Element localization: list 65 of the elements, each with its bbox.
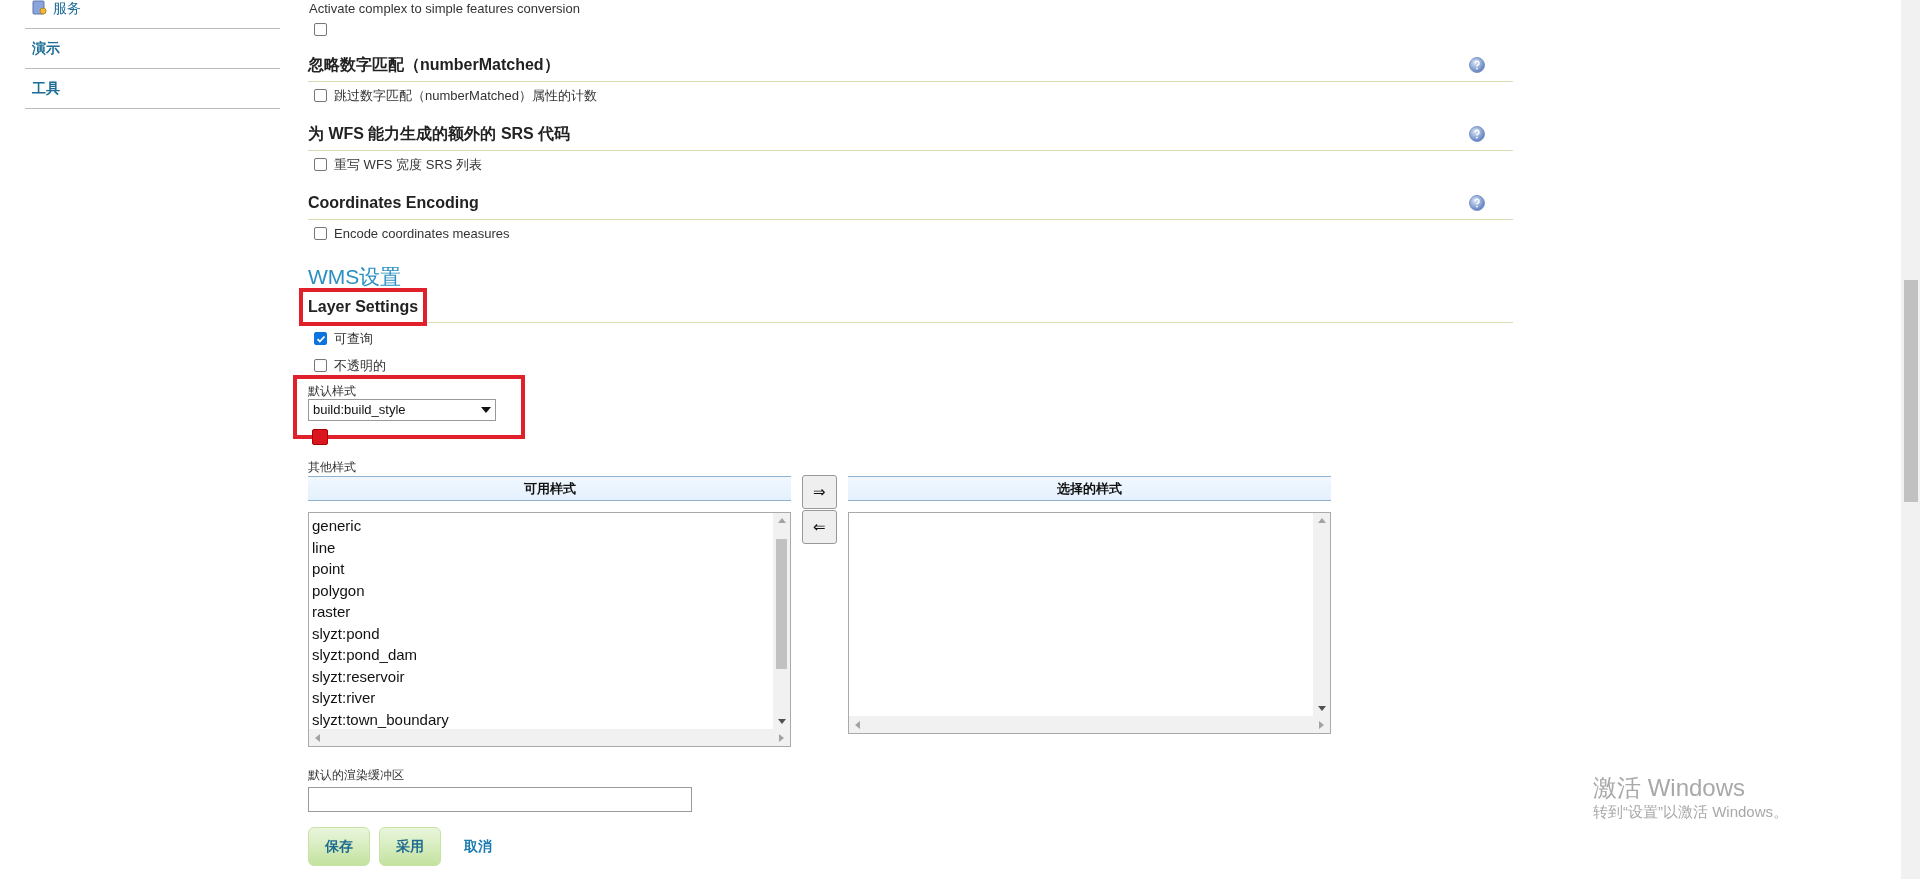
action-button[interactable]: 采用: [379, 827, 441, 866]
field-label: 默认的渲染缓冲区: [308, 767, 405, 783]
scroll-up-icon[interactable]: [1317, 518, 1326, 523]
move-right-button[interactable]: ⇒: [802, 475, 837, 509]
section-title: WMS设置: [308, 265, 402, 289]
checkbox[interactable]: [314, 359, 327, 372]
list-item[interactable]: point: [312, 558, 345, 580]
checkbox-label: 重写 WFS 宽度 SRS 列表: [334, 155, 483, 174]
sidebar-link[interactable]: 服务: [53, 0, 81, 19]
scroll-down-icon[interactable]: [1317, 706, 1326, 711]
scrollbar-thumb[interactable]: [776, 538, 787, 669]
checkbox-label: 不透明的: [334, 356, 386, 375]
scroll-up-icon[interactable]: [777, 518, 786, 523]
scroll-right-icon[interactable]: [1319, 720, 1324, 729]
horizontal-scrollbar[interactable]: [849, 716, 1330, 733]
checkbox[interactable]: [314, 158, 327, 171]
checkbox-label: Encode coordinates measures: [334, 224, 510, 243]
list-item[interactable]: slyzt:pond_dam: [312, 644, 418, 666]
cancel-link[interactable]: 取消: [464, 836, 492, 857]
activation-message: 转到“设置”以激活 Windows。: [1593, 802, 1788, 822]
text-field[interactable]: [308, 787, 692, 812]
checkbox-label: 跳过数字匹配（numberMatched）属性的计数: [334, 86, 597, 105]
section-heading: Coordinates Encoding: [308, 193, 479, 213]
style-list[interactable]: generic line point polygon raster slyzt:pond slyzt:pond_dam slyzt:reservoir slyzt:river slyzt:town_boundary: [308, 512, 791, 747]
vertical-scrollbar[interactable]: [1313, 513, 1330, 716]
checkbox[interactable]: [314, 22, 327, 36]
column-header: 可用样式: [308, 476, 791, 501]
scroll-left-icon[interactable]: [315, 733, 320, 742]
list-item[interactable]: slyzt:reservoir: [312, 665, 405, 687]
scroll-right-icon[interactable]: [779, 733, 784, 742]
service-icon: [32, 0, 48, 16]
list-item[interactable]: generic: [312, 515, 362, 537]
move-left-button[interactable]: ⇐: [802, 510, 837, 544]
help-icon[interactable]: [1469, 57, 1485, 73]
checkbox[interactable]: [314, 89, 327, 102]
list-item[interactable]: raster: [312, 601, 351, 623]
caret-icon: [481, 407, 491, 413]
page-scrollbar[interactable]: [1901, 0, 1920, 879]
list-item[interactable]: line: [312, 536, 336, 558]
option-caption: Activate complex to simple features conversion: [308, 0, 581, 18]
field-label: 其他样式: [308, 459, 357, 475]
help-icon[interactable]: [1469, 195, 1485, 211]
section-heading: 为 WFS 能力生成的额外的 SRS 代码: [308, 124, 571, 144]
style-dropdown[interactable]: build:build_style: [308, 399, 496, 421]
list-item[interactable]: polygon: [312, 579, 365, 601]
list-item[interactable]: slyzt:pond: [312, 622, 380, 644]
field-label: 默认样式: [308, 383, 357, 399]
action-button[interactable]: 保存: [308, 827, 370, 866]
horizontal-scrollbar[interactable]: [309, 729, 790, 746]
column-header: 选择的样式: [848, 476, 1331, 501]
vertical-scrollbar[interactable]: [773, 513, 790, 729]
list-item[interactable]: slyzt:town_boundary: [312, 708, 449, 730]
scrollbar-thumb[interactable]: [1904, 280, 1918, 502]
sidebar-link[interactable]: 工具: [32, 78, 60, 99]
section-heading: 忽略数字匹配（numberMatched）: [308, 55, 560, 75]
checkbox[interactable]: [314, 332, 327, 345]
sidebar-link[interactable]: 演示: [32, 38, 60, 59]
help-icon[interactable]: [1469, 126, 1485, 142]
checkbox-label: 可查询: [334, 329, 373, 348]
style-swatch: [312, 429, 328, 445]
checkbox[interactable]: [314, 227, 327, 240]
list-item[interactable]: slyzt:river: [312, 687, 376, 709]
activation-title: 激活 Windows: [1593, 774, 1747, 802]
scroll-down-icon[interactable]: [777, 719, 786, 724]
scroll-left-icon[interactable]: [855, 720, 860, 729]
